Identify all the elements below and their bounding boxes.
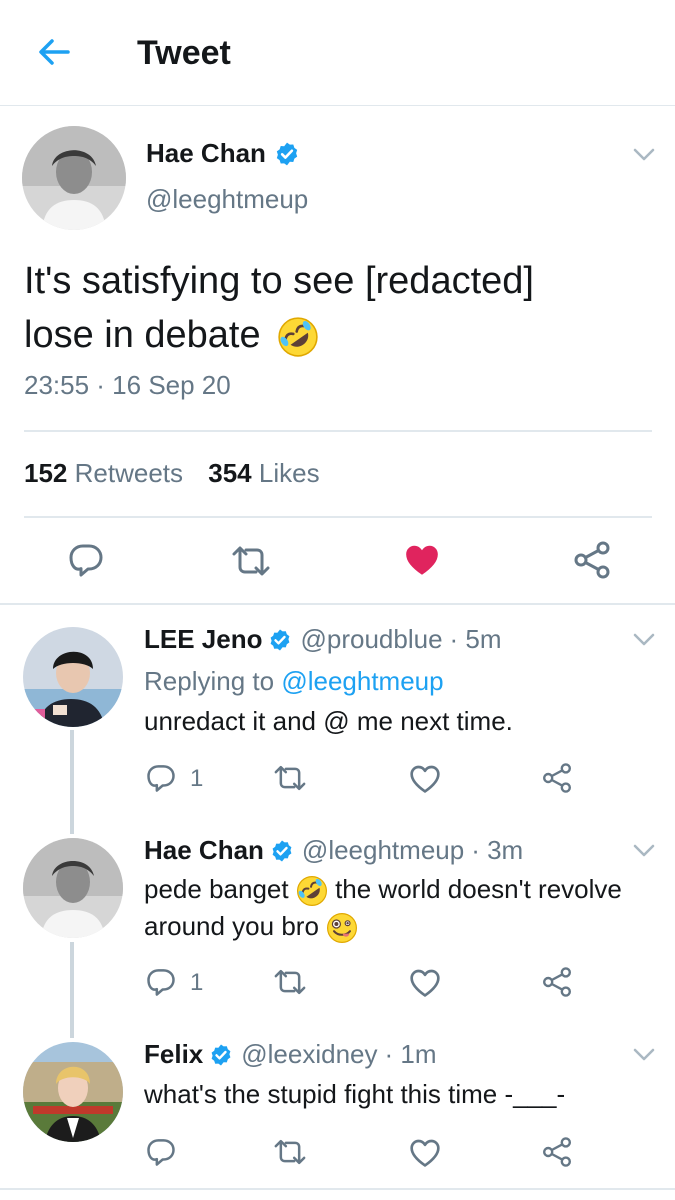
reply-count: 1 — [190, 969, 204, 996]
reply-text-line2: around you bro — [144, 911, 319, 941]
author-handle[interactable]: @leexidney — [241, 1039, 377, 1070]
author-handle[interactable]: @leeghtmeup — [146, 184, 308, 215]
replying-prefix: Replying to — [144, 666, 275, 696]
reply-header: Hae Chan @leeghtmeup · 3m — [144, 835, 523, 866]
thread-connector — [70, 942, 74, 1038]
reply-text-part1: pede banget — [144, 874, 289, 904]
rolling-laughing-emoji-icon — [296, 875, 328, 907]
thread-connector — [70, 730, 74, 834]
retweets-count[interactable]: 152 — [24, 458, 67, 488]
tweet-timestamp[interactable]: 23:55 · 16 Sep 20 — [24, 370, 231, 401]
heart-icon[interactable] — [409, 763, 441, 795]
chevron-down-icon[interactable] — [633, 1048, 655, 1062]
author-handle[interactable]: @proudblue — [300, 624, 442, 655]
author-name[interactable]: Hae Chan — [146, 138, 266, 169]
replying-to-link[interactable]: @leeghtmeup — [281, 666, 443, 696]
avatar[interactable] — [23, 1042, 123, 1142]
arrow-left-icon[interactable] — [36, 34, 72, 70]
reply-text-part2: the world doesn't revolve — [335, 874, 622, 904]
author-name[interactable]: Felix — [144, 1039, 203, 1070]
avatar[interactable] — [22, 126, 126, 230]
retweets-label[interactable]: Retweets — [75, 458, 183, 488]
divider — [0, 603, 675, 605]
author-row: Hae Chan — [146, 138, 300, 169]
chevron-down-icon[interactable] — [633, 148, 655, 162]
reply-age[interactable]: · 1m — [385, 1039, 437, 1070]
heart-icon[interactable] — [409, 1137, 441, 1169]
avatar[interactable] — [23, 838, 123, 938]
reply-header: Felix @leexidney · 1m — [144, 1039, 437, 1070]
heart-icon[interactable] — [409, 967, 441, 999]
chevron-down-icon[interactable] — [633, 844, 655, 858]
author-name[interactable]: Hae Chan — [144, 835, 264, 866]
reply-text: pede banget the world doesn't revolve ar… — [144, 871, 669, 945]
heart-icon[interactable] — [403, 541, 441, 579]
avatar[interactable] — [23, 627, 123, 727]
likes-label[interactable]: Likes — [259, 458, 320, 488]
share-nodes-icon[interactable] — [572, 540, 612, 580]
reply-age[interactable]: · 3m — [471, 835, 523, 866]
verified-badge-icon — [274, 141, 300, 167]
reply-age[interactable]: · 5m — [450, 624, 502, 655]
retweet-arrows-icon[interactable] — [273, 967, 307, 997]
engagement-stats: 152 Retweets 354 Likes — [24, 458, 320, 489]
retweet-arrows-icon[interactable] — [273, 1137, 307, 1167]
chevron-down-icon[interactable] — [633, 633, 655, 647]
tweet-text: It's satisfying to see [redacted] lose i… — [24, 254, 634, 362]
likes-count[interactable]: 354 — [208, 458, 251, 488]
top-app-bar: Tweet — [0, 0, 675, 106]
author-handle[interactable]: @leeghtmeup — [302, 835, 464, 866]
verified-badge-icon — [209, 1043, 233, 1067]
retweet-arrows-icon[interactable] — [231, 543, 271, 579]
replying-to: Replying to @leeghtmeup — [144, 666, 444, 697]
divider — [24, 516, 652, 518]
divider — [0, 1188, 675, 1190]
tweet-text-line2: lose in debate — [24, 314, 261, 356]
tweet-text-line1: It's satisfying to see [redacted] — [24, 260, 534, 302]
author-name[interactable]: LEE Jeno — [144, 624, 262, 655]
divider — [24, 430, 652, 432]
reply-text: what's the stupid fight this time -___- — [144, 1079, 566, 1109]
reply-text: unredact it and @ me next time. — [144, 706, 513, 736]
share-nodes-icon[interactable] — [541, 762, 573, 794]
speech-bubble-icon[interactable] — [146, 967, 176, 997]
share-nodes-icon[interactable] — [541, 1136, 573, 1168]
speech-bubble-icon[interactable] — [68, 542, 104, 578]
speech-bubble-icon[interactable] — [146, 1137, 176, 1167]
rolling-laughing-emoji-icon — [277, 316, 319, 358]
zany-face-emoji-icon — [326, 912, 358, 944]
reply-header: LEE Jeno @proudblue · 5m — [144, 624, 502, 655]
verified-badge-icon — [270, 839, 294, 863]
share-nodes-icon[interactable] — [541, 966, 573, 998]
retweet-arrows-icon[interactable] — [273, 763, 307, 793]
verified-badge-icon — [268, 628, 292, 652]
speech-bubble-icon[interactable] — [146, 763, 176, 793]
reply-count: 1 — [190, 765, 204, 792]
page-title: Tweet — [137, 34, 231, 72]
